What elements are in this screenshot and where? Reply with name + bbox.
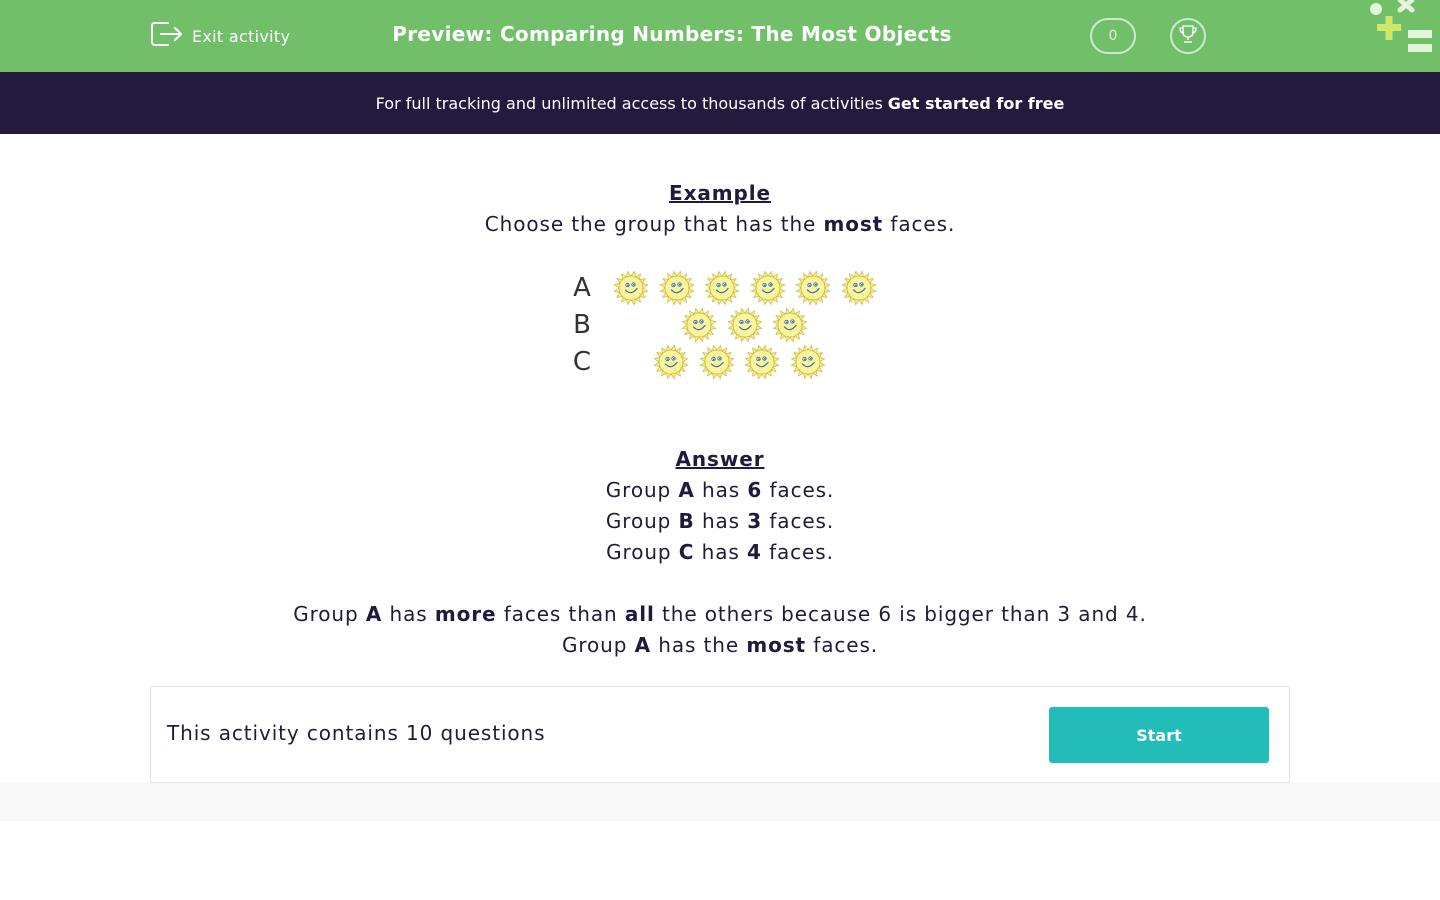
smiling-sun-icon	[749, 270, 786, 306]
banner-text: For full tracking and unlimited access t…	[375, 93, 883, 113]
smiling-sun-icon	[744, 344, 780, 380]
start-button[interactable]: Start	[1049, 707, 1269, 763]
activity-question-count: This activity contains 10 questions	[167, 721, 546, 745]
exit-activity-button[interactable]: Exit activity	[150, 20, 290, 52]
smiling-sun-icon	[613, 270, 649, 306]
smiling-sun-icon	[704, 270, 740, 306]
answer-line: Group A has 6 faces.	[605, 478, 835, 502]
group-row-c: C	[560, 344, 900, 381]
answer-heading: Answer	[675, 447, 765, 471]
trophy-icon	[1177, 23, 1199, 49]
top-bar: Exit activity Preview: Comparing Numbers…	[0, 0, 1440, 72]
get-started-link[interactable]: Get started for free	[888, 94, 1065, 113]
smiling-sun-icon	[795, 270, 831, 306]
group-row-b: B	[560, 307, 900, 344]
exit-activity-label: Exit activity	[192, 26, 291, 46]
smiling-sun-icon	[840, 270, 877, 306]
smiling-sun-icon	[772, 307, 808, 343]
group-label: A	[573, 273, 591, 303]
smiling-sun-icon	[653, 344, 689, 380]
group-label: B	[573, 310, 591, 340]
answer-line: Group B has 3 faces.	[605, 509, 835, 533]
score-badge: 0	[1090, 18, 1136, 54]
example-question: Choose the group that has the most faces…	[484, 212, 956, 236]
brand-logo-icon	[1370, 0, 1432, 52]
upgrade-banner: For full tracking and unlimited access t…	[0, 72, 1440, 134]
smiling-sun-icon	[658, 270, 695, 306]
trophy-button[interactable]	[1170, 18, 1206, 54]
example-content: Example Choose the group that has the mo…	[0, 134, 1440, 686]
start-card: This activity contains 10 questions Star…	[150, 686, 1290, 783]
footer-strip	[0, 783, 1440, 821]
exit-icon	[150, 19, 184, 53]
example-heading: Example	[669, 181, 771, 205]
answer-conclusion: Group A has the most faces.	[561, 633, 879, 657]
answer-explanation: Group A has more faces than all the othe…	[293, 602, 1147, 626]
smiling-sun-icon	[726, 307, 763, 343]
page-title: Preview: Comparing Numbers: The Most Obj…	[392, 22, 952, 46]
smiling-sun-icon	[789, 344, 826, 380]
answer-line: Group C has 4 faces.	[606, 540, 834, 564]
smiling-sun-icon	[681, 307, 717, 343]
smiling-sun-icon	[698, 344, 735, 380]
group-label: C	[572, 347, 592, 377]
group-row-a: A	[560, 270, 900, 307]
